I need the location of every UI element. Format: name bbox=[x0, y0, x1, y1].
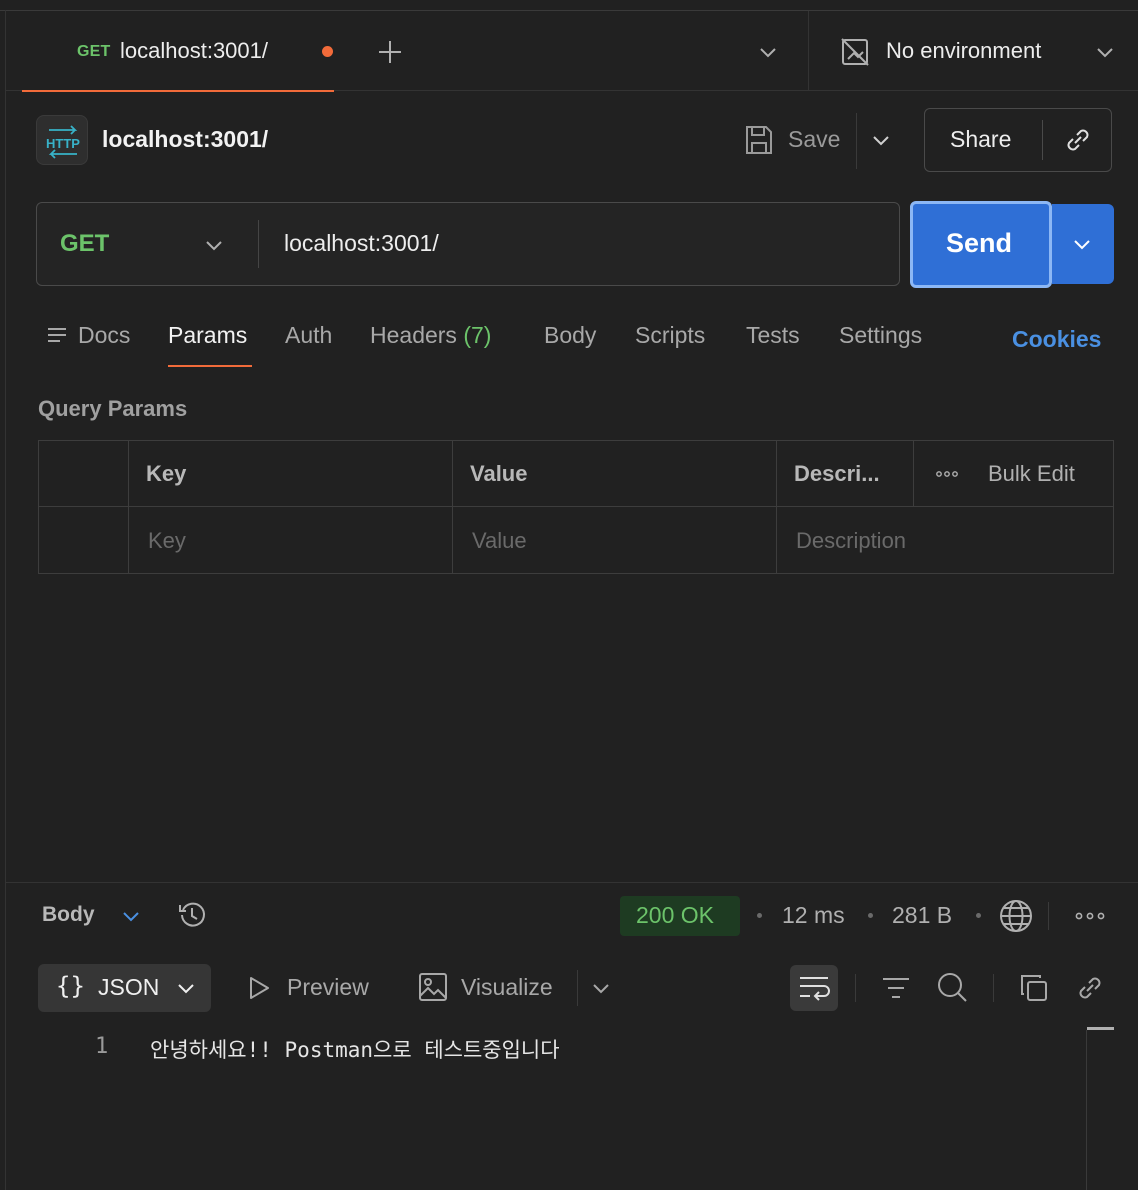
tab-settings[interactable]: Settings bbox=[839, 322, 922, 349]
tab-auth[interactable]: Auth bbox=[285, 322, 332, 349]
response-time[interactable]: 12 ms bbox=[782, 902, 845, 929]
column-header-key: Key bbox=[146, 461, 187, 486]
meta-separator-dot bbox=[868, 913, 873, 918]
meta-divider bbox=[1048, 902, 1049, 930]
wrap-lines-button[interactable] bbox=[790, 965, 838, 1011]
visualize-divider bbox=[577, 970, 578, 1006]
tab-body[interactable]: Body bbox=[544, 322, 596, 349]
method-chevron-down-icon[interactable] bbox=[204, 235, 224, 255]
tab-scripts[interactable]: Scripts bbox=[635, 322, 705, 349]
toolbar-divider bbox=[855, 974, 856, 1002]
cookies-link[interactable]: Cookies bbox=[1012, 326, 1101, 353]
table-column-divider bbox=[913, 440, 914, 506]
image-icon bbox=[418, 972, 448, 1002]
send-label: Send bbox=[946, 228, 1013, 258]
tab-list-chevron-down-icon[interactable] bbox=[758, 42, 778, 62]
bulk-edit-button[interactable]: Bulk Edit bbox=[988, 461, 1075, 487]
environment-label[interactable]: No environment bbox=[886, 38, 1041, 64]
query-params-title: Query Params bbox=[38, 396, 188, 421]
method-select[interactable]: GET bbox=[60, 230, 109, 258]
save-button[interactable]: Save bbox=[788, 126, 840, 153]
new-tab-plus-icon[interactable] bbox=[376, 38, 404, 66]
value-input[interactable]: Value bbox=[472, 528, 527, 554]
format-label: JSON bbox=[98, 974, 160, 1000]
active-tab-indicator bbox=[168, 365, 252, 367]
json-braces-icon: {} bbox=[56, 972, 85, 1000]
http-icon: HTTP bbox=[36, 115, 88, 165]
tab-headers-label: Headers bbox=[370, 322, 457, 348]
svg-text:HTTP: HTTP bbox=[46, 136, 80, 151]
response-more-icon[interactable] bbox=[1075, 912, 1105, 920]
docs-icon bbox=[46, 325, 68, 347]
share-label: Share bbox=[950, 126, 1012, 152]
query-params-table bbox=[38, 440, 1114, 574]
tab-params[interactable]: Params bbox=[168, 322, 247, 349]
meta-separator-dot bbox=[757, 913, 762, 918]
save-divider bbox=[856, 113, 857, 169]
table-column-divider bbox=[776, 440, 777, 574]
status-text: 200 OK bbox=[636, 902, 714, 928]
table-column-divider bbox=[452, 440, 453, 574]
response-divider bbox=[6, 882, 1138, 883]
left-border bbox=[5, 10, 6, 1190]
preview-button[interactable]: Preview bbox=[287, 974, 369, 1001]
visualize-chevron-down-icon[interactable] bbox=[591, 978, 611, 998]
response-view-chevron-down-icon[interactable] bbox=[121, 906, 141, 926]
toolbar-divider bbox=[993, 974, 994, 1002]
tab-docs[interactable]: Docs bbox=[78, 322, 130, 349]
env-divider bbox=[808, 11, 809, 91]
unsaved-dot-icon bbox=[322, 46, 333, 57]
key-input[interactable]: Key bbox=[148, 528, 186, 554]
scrollbar-track[interactable] bbox=[1086, 1030, 1087, 1190]
save-icon[interactable] bbox=[744, 124, 774, 156]
no-environment-icon bbox=[840, 37, 870, 67]
play-icon bbox=[246, 975, 272, 1001]
response-body-label[interactable]: Body bbox=[42, 903, 95, 927]
description-input[interactable]: Description bbox=[796, 528, 906, 554]
scrollbar-thumb[interactable] bbox=[1087, 1027, 1114, 1030]
history-icon[interactable] bbox=[176, 899, 208, 931]
copy-icon[interactable] bbox=[1018, 972, 1050, 1004]
environment-chevron-down-icon[interactable] bbox=[1095, 42, 1115, 62]
wrap-lines-icon bbox=[800, 977, 830, 1001]
save-options-chevron-down-icon[interactable] bbox=[871, 130, 891, 150]
line-number: 1 bbox=[95, 1034, 109, 1059]
tab-headers[interactable]: Headers (7) bbox=[370, 322, 491, 349]
url-input[interactable] bbox=[284, 230, 884, 257]
response-body-line[interactable]: 안녕하세요!! Postman으로 테스트중입니다 bbox=[150, 1034, 560, 1064]
copy-link-icon[interactable] bbox=[1062, 124, 1094, 156]
tab-title: localhost:3001/ bbox=[120, 38, 268, 63]
column-header-description: Descri... bbox=[794, 461, 880, 486]
send-options-chevron-down-icon[interactable] bbox=[1072, 234, 1092, 254]
format-chevron-down-icon[interactable] bbox=[176, 978, 196, 998]
url-divider bbox=[258, 220, 259, 268]
request-title[interactable]: localhost:3001/ bbox=[102, 126, 268, 153]
meta-separator-dot bbox=[976, 913, 981, 918]
search-icon[interactable] bbox=[935, 970, 969, 1004]
table-column-divider bbox=[128, 440, 129, 574]
column-header-value: Value bbox=[470, 461, 528, 486]
table-row-divider bbox=[38, 506, 1114, 507]
more-options-icon[interactable] bbox=[936, 470, 958, 478]
headers-count-badge: (7) bbox=[463, 322, 492, 348]
share-divider bbox=[1042, 120, 1043, 160]
tab-method: GET bbox=[77, 43, 111, 60]
visualize-button[interactable]: Visualize bbox=[461, 974, 553, 1001]
link-icon[interactable] bbox=[1074, 972, 1106, 1004]
globe-icon[interactable] bbox=[999, 899, 1033, 933]
filter-icon[interactable] bbox=[881, 974, 911, 1002]
tab-tests[interactable]: Tests bbox=[746, 322, 800, 349]
response-size[interactable]: 281 B bbox=[892, 902, 952, 929]
